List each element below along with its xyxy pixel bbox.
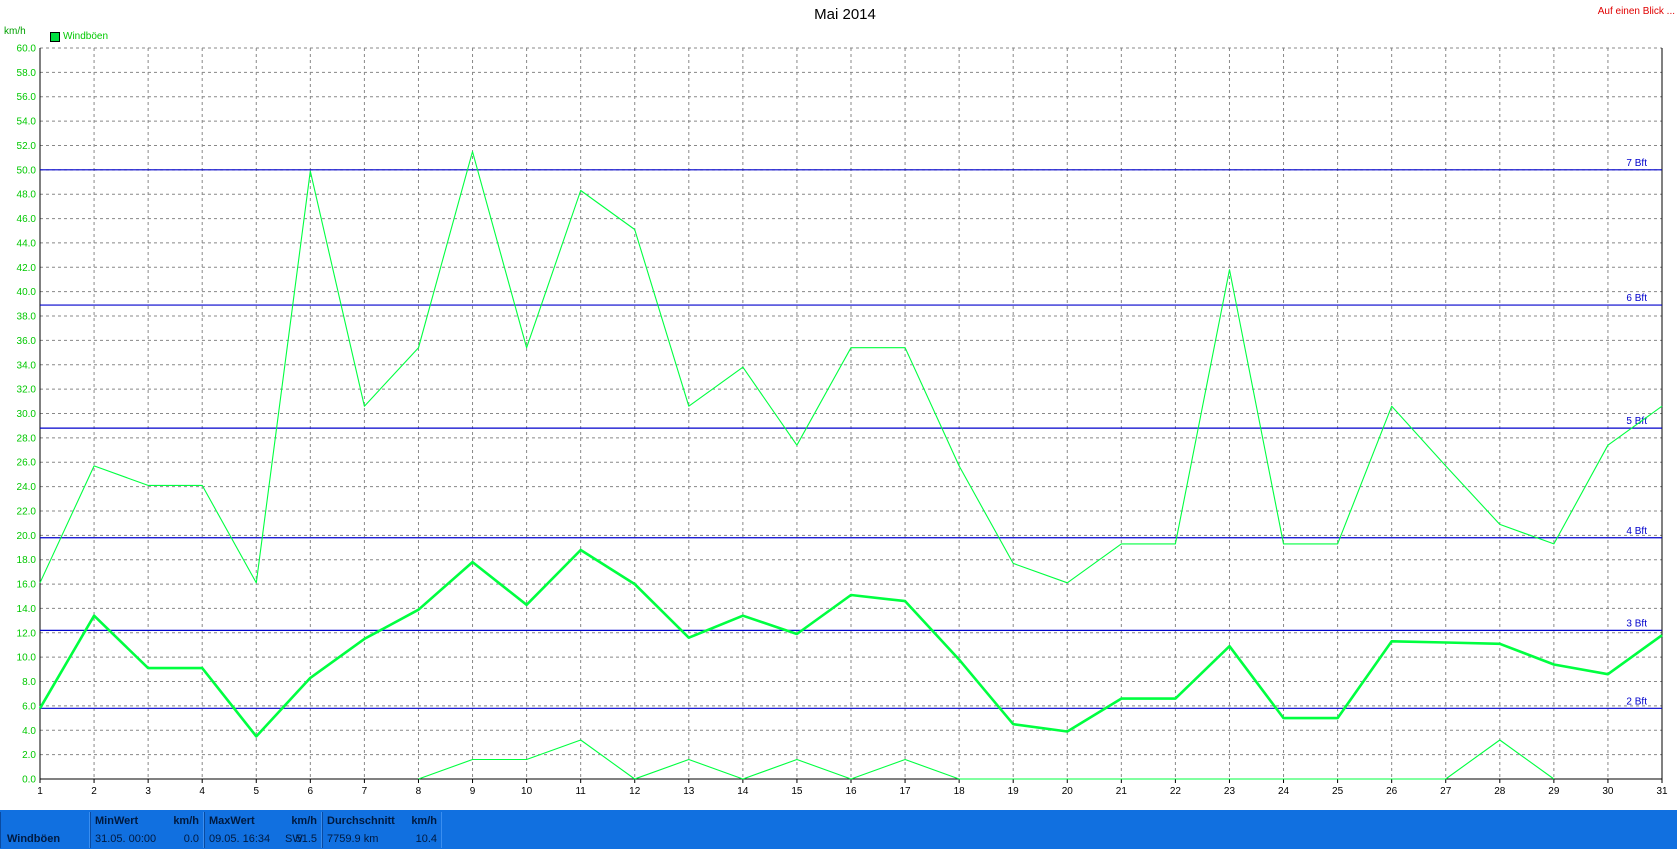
summary-max: MaxWert km/h 09.05. 16:34 SW 51.5	[204, 812, 322, 848]
summary-series: Windböen	[0, 812, 90, 848]
x-tick-label: 15	[791, 786, 803, 797]
y-tick-label: 50.0	[17, 165, 37, 176]
x-tick-label: 3	[145, 786, 151, 797]
x-tick-label: 12	[629, 786, 641, 797]
y-tick-label: 6.0	[22, 701, 36, 712]
y-tick-label: 16.0	[17, 580, 37, 591]
x-tick-label: 27	[1440, 786, 1452, 797]
legend-label: Windböen	[63, 31, 109, 42]
x-tick-label: 4	[199, 786, 205, 797]
x-tick-label: 31	[1656, 786, 1668, 797]
summary-min-head: MinWert	[95, 815, 139, 827]
x-tick-label: 28	[1494, 786, 1506, 797]
x-tick-label: 21	[1116, 786, 1128, 797]
x-tick-label: 10	[521, 786, 533, 797]
summary-max-unit: km/h	[291, 815, 317, 827]
y-axis-unit: km/h	[4, 26, 26, 37]
legend: Windböen	[50, 31, 108, 42]
y-tick-label: 42.0	[17, 263, 37, 274]
y-tick-label: 48.0	[17, 190, 37, 201]
summary-series-name: Windböen	[7, 833, 61, 845]
y-tick-label: 32.0	[17, 385, 37, 396]
y-tick-label: 20.0	[17, 531, 37, 542]
series-line-min	[418, 739, 1555, 780]
summary-min-unit: km/h	[173, 815, 199, 827]
y-tick-label: 10.0	[17, 653, 37, 664]
overview-link[interactable]: Auf einen Blick ...	[1598, 6, 1675, 17]
x-tick-label: 22	[1170, 786, 1182, 797]
x-tick-label: 1	[37, 786, 43, 797]
y-tick-label: 46.0	[17, 214, 37, 225]
x-tick-label: 5	[253, 786, 259, 797]
x-tick-label: 24	[1278, 786, 1290, 797]
y-tick-label: 36.0	[17, 336, 37, 347]
beaufort-label: 5 Bft	[1626, 416, 1647, 427]
x-tick-label: 26	[1386, 786, 1398, 797]
summary-max-head: MaxWert	[209, 815, 255, 827]
y-tick-label: 28.0	[17, 433, 37, 444]
x-tick-label: 17	[900, 786, 912, 797]
chart: 0.0 2.0 4.0 6.0 8.0 10.0 12.0 14.0 16.0 18.0 20.0 2…	[17, 44, 1668, 798]
summary-min-time: 31.05. 00:00	[95, 833, 157, 845]
y-tick-label: 26.0	[17, 458, 37, 469]
x-tick-label: 18	[954, 786, 966, 797]
y-tick-label: 38.0	[17, 312, 37, 323]
y-tick-label: 30.0	[17, 409, 37, 420]
x-tick-label: 20	[1062, 786, 1074, 797]
y-tick-label: 40.0	[17, 287, 37, 298]
x-tick-label: 13	[683, 786, 695, 797]
summary-min: MinWert km/h 31.05. 00:00 0.0	[90, 812, 204, 848]
x-tick-label: 29	[1548, 786, 1560, 797]
y-tick-label: 34.0	[17, 360, 37, 371]
x-tick-label: 19	[1008, 786, 1020, 797]
beaufort-label: 3 Bft	[1626, 618, 1647, 629]
x-tick-label: 16	[845, 786, 857, 797]
y-tick-label: 2.0	[22, 750, 36, 761]
x-tick-label: 25	[1332, 786, 1344, 797]
beaufort-label: 2 Bft	[1626, 696, 1647, 707]
y-tick-label: 44.0	[17, 238, 37, 249]
y-tick-label: 22.0	[17, 506, 37, 517]
x-tick-label: 23	[1224, 786, 1236, 797]
y-tick-label: 12.0	[17, 628, 37, 639]
x-tick-label: 30	[1602, 786, 1614, 797]
y-tick-label: 60.0	[17, 44, 37, 55]
summary-average-value: 10.4	[415, 833, 437, 845]
summary-average-distance: 7759.9 km	[327, 833, 379, 845]
y-tick-label: 52.0	[17, 141, 37, 152]
x-tick-label: 14	[737, 786, 749, 797]
legend-swatch	[50, 31, 60, 42]
y-tick-label: 8.0	[22, 677, 36, 688]
y-tick-label: 4.0	[22, 726, 36, 737]
summary-min-value: 0.0	[183, 833, 199, 845]
x-tick-label: 9	[470, 786, 476, 797]
y-tick-label: 54.0	[17, 117, 37, 128]
beaufort-label: 4 Bft	[1626, 526, 1647, 537]
x-tick-label: 7	[362, 786, 368, 797]
y-tick-label: 18.0	[17, 555, 37, 566]
x-tick-label: 8	[416, 786, 422, 797]
y-tick-label: 24.0	[17, 482, 37, 493]
x-tick-label: 2	[91, 786, 97, 797]
x-tick-label: 6	[308, 786, 314, 797]
summary-max-value: 51.5	[295, 833, 317, 845]
summary-bar: Windböen MinWert km/h 31.05. 00:00 0.0 M…	[0, 810, 1677, 849]
summary-average: Durchschnitt km/h 7759.9 km 10.4	[322, 812, 442, 848]
y-tick-label: 0.0	[22, 775, 36, 786]
beaufort-label: 6 Bft	[1626, 293, 1647, 304]
beaufort-label: 7 Bft	[1626, 158, 1647, 169]
x-tick-label: 11	[575, 786, 586, 797]
y-tick-label: 14.0	[17, 604, 37, 615]
summary-max-time: 09.05. 16:34	[209, 833, 271, 845]
y-tick-label: 58.0	[17, 68, 37, 79]
y-tick-label: 56.0	[17, 92, 37, 103]
chart-title: Mai 2014	[814, 6, 876, 23]
summary-average-unit: km/h	[411, 815, 437, 827]
summary-average-head: Durchschnitt	[327, 815, 395, 827]
